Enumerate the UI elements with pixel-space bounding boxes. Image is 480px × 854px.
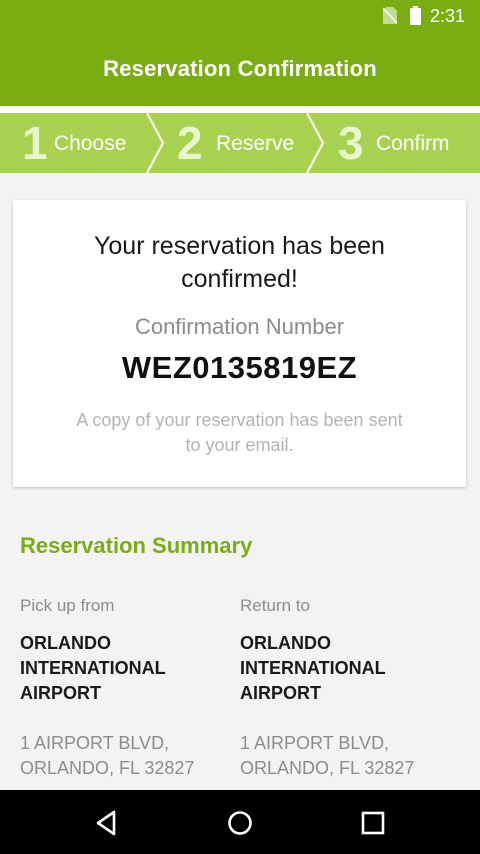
email-copy-note: A copy of your reservation has been sent…: [33, 408, 446, 458]
return-location: ORLANDO INTERNATIONAL AIRPORT: [240, 631, 455, 731]
pickup-address: 1 AIRPORT BLVD, ORLANDO, FL 32827: [20, 731, 235, 781]
note-line: to your email.: [185, 435, 294, 455]
confirmation-card: Your reservation has been confirmed! Con…: [13, 200, 466, 487]
confirmation-number-label: Confirmation Number: [134, 314, 345, 339]
step-label: Reserve: [216, 132, 295, 155]
pickup-column: Pick up from ORLANDO INTERNATIONAL AIRPO…: [20, 596, 235, 781]
return-address: 1 AIRPORT BLVD, ORLANDO, FL 32827: [240, 731, 455, 781]
note-line: A copy of your reservation has been sent: [76, 410, 403, 430]
address-line: ORLANDO, FL 32827: [240, 758, 415, 778]
location-line: ORLANDO: [240, 633, 331, 653]
headline-line: Your reservation has been: [94, 232, 385, 260]
return-label: Return to: [240, 596, 310, 615]
home-icon[interactable]: [225, 808, 255, 838]
back-icon[interactable]: [92, 808, 122, 838]
appbar-divider: [0, 106, 480, 113]
location-line: AIRPORT: [240, 683, 321, 703]
address-line: 1 AIRPORT BLVD,: [240, 733, 390, 753]
step-confirm: 3 Confirm: [320, 113, 480, 173]
confirmation-number: WEZ0135819EZ: [121, 350, 358, 385]
confirmation-headline: Your reservation has been confirmed!: [13, 230, 466, 296]
location-line: ORLANDO: [20, 633, 111, 653]
address-line: ORLANDO, FL 32827: [20, 758, 195, 778]
location-line: INTERNATIONAL: [20, 658, 166, 678]
location-line: AIRPORT: [20, 683, 101, 703]
pickup-label: Pick up from: [20, 596, 115, 615]
page-title: Reservation Confirmation: [103, 56, 377, 81]
status-time: 2:31: [430, 6, 466, 26]
system-nav-bar: [0, 790, 480, 854]
pickup-location: ORLANDO INTERNATIONAL AIRPORT: [20, 631, 235, 731]
step-number: 2: [177, 117, 203, 169]
step-label: Choose: [54, 132, 127, 155]
progress-stepper: 1 Choose 2 Reserve 3 Confirm: [0, 113, 480, 173]
no-sim-icon: [383, 7, 397, 24]
status-bar: 2:31: [0, 0, 480, 32]
app-bar: Reservation Confirmation: [0, 32, 480, 106]
step-label: Confirm: [376, 132, 450, 155]
recents-icon[interactable]: [358, 808, 388, 838]
return-column: Return to ORLANDO INTERNATIONAL AIRPORT …: [240, 596, 455, 781]
reservation-summary-title: Reservation Summary: [20, 533, 253, 558]
address-line: 1 AIRPORT BLVD,: [20, 733, 170, 753]
step-choose: 1 Choose: [0, 113, 150, 173]
step-number: 3: [338, 117, 364, 169]
headline-line: confirmed!: [181, 265, 298, 293]
step-reserve: 2 Reserve: [160, 113, 310, 173]
step-number: 1: [22, 117, 48, 169]
location-line: INTERNATIONAL: [240, 658, 386, 678]
battery-icon: [410, 6, 421, 25]
